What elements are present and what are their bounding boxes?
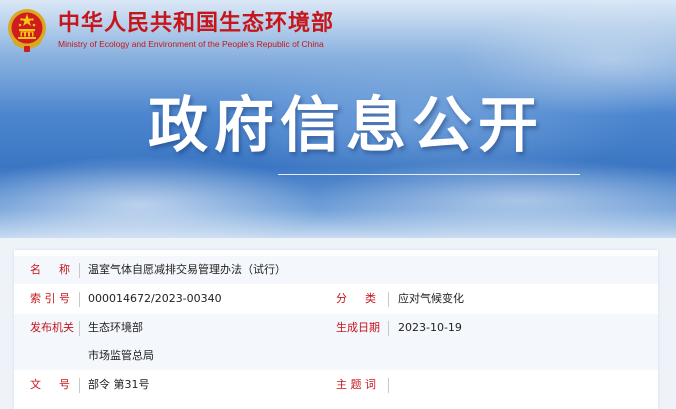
header-banner: 中华人民共和国生态环境部 Ministry of Ecology and Env… [0, 0, 676, 238]
date-label: 生成日期 [336, 321, 380, 334]
info-row-issuer: 发布机关 生态环境部 市场监管总局 生成日期 2023-10-19 [14, 314, 658, 370]
date-value: 2023-10-19 [398, 321, 462, 334]
banner-title: 政府信息公开 [148, 91, 544, 161]
national-emblem-icon [8, 9, 46, 52]
page: 中华人民共和国生态环境部 Ministry of Ecology and Env… [0, 0, 676, 409]
info-row-name: 名 称 温室气体自愿减排交易管理办法（试行） [14, 256, 658, 284]
docno-value: 部令 第31号 [88, 378, 150, 391]
ministry-name-cn: 中华人民共和国生态环境部 [58, 10, 335, 36]
name-label: 名 称 [30, 263, 70, 276]
ministry-logo[interactable]: 中华人民共和国生态环境部 Ministry of Ecology and Env… [6, 6, 334, 54]
issuer-value-1: 生态环境部 [88, 321, 143, 334]
divider [79, 378, 80, 393]
subject-label: 主 题 词 [336, 378, 376, 391]
docno-label: 文 号 [30, 378, 70, 391]
ministry-name-en: Ministry of Ecology and Environment of t… [58, 38, 324, 49]
info-row-docno: 文 号 部令 第31号 主 题 词 [14, 371, 658, 399]
index-label: 索 引 号 [30, 292, 70, 305]
category-value: 应对气候变化 [398, 292, 464, 305]
issuer-label: 发布机关 [30, 321, 74, 334]
issuer-value-2: 市场监管总局 [88, 349, 154, 362]
banner-divider [278, 174, 580, 175]
divider [388, 378, 389, 393]
document-info-card: 名 称 温室气体自愿减排交易管理办法（试行） 索 引 号 000014672/2… [14, 250, 658, 409]
divider [79, 263, 80, 278]
category-label: 分 类 [336, 292, 376, 305]
name-value: 温室气体自愿减排交易管理办法（试行） [88, 263, 286, 276]
index-value: 000014672/2023-00340 [88, 292, 222, 305]
divider [79, 292, 80, 307]
info-row-index: 索 引 号 000014672/2023-00340 分 类 应对气候变化 [14, 285, 658, 313]
divider [388, 321, 389, 336]
divider [388, 292, 389, 307]
divider [79, 321, 80, 336]
